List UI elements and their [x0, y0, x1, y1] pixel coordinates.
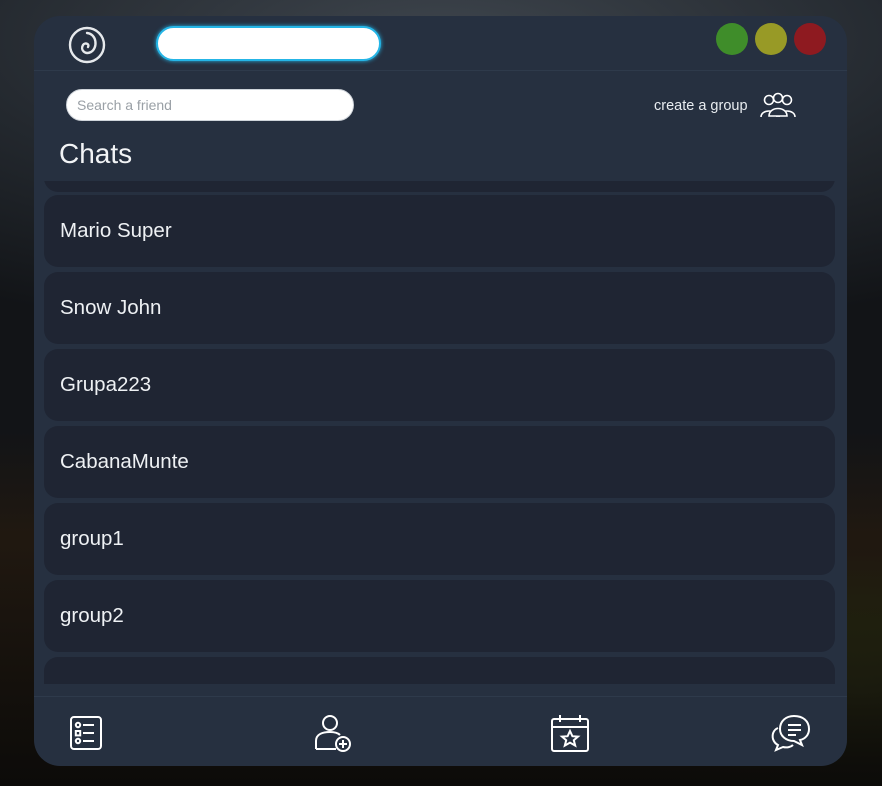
- title-bar: [34, 16, 847, 71]
- minimize-button[interactable]: [716, 23, 748, 55]
- chat-item-label: Mario Super: [60, 219, 172, 242]
- create-group-button[interactable]: create a group: [654, 92, 798, 120]
- group-icon: [759, 92, 796, 118]
- chat-item-label: group2: [60, 604, 124, 627]
- chat-item-label: Grupa223: [60, 373, 152, 396]
- chat-list: Mario Super Snow John Grupa223 CabanaMun…: [34, 181, 847, 684]
- chat-item[interactable]: [44, 657, 835, 684]
- maximize-button[interactable]: [755, 23, 787, 55]
- close-button[interactable]: [794, 23, 826, 55]
- chat-item[interactable]: group2: [44, 580, 835, 652]
- task-list-icon[interactable]: [64, 711, 108, 755]
- app-window: create a group Chats Mario Super Snow Jo…: [34, 16, 847, 766]
- chat-item-label: CabanaMunte: [60, 450, 189, 473]
- chat-item[interactable]: Mario Super: [44, 195, 835, 267]
- chat-bubbles-icon[interactable]: [769, 711, 813, 755]
- chat-item[interactable]: group1: [44, 503, 835, 575]
- chat-item[interactable]: CabanaMunte: [44, 426, 835, 498]
- chats-heading: Chats: [59, 138, 133, 169]
- add-friend-icon[interactable]: [311, 711, 355, 755]
- spiral-logo-icon: [68, 26, 106, 64]
- calendar-star-icon[interactable]: [548, 711, 592, 755]
- bottom-nav: [34, 696, 847, 766]
- chat-item-label: group1: [60, 527, 124, 550]
- chat-item-label: Snow John: [60, 296, 162, 319]
- chat-item[interactable]: Grupa223: [44, 349, 835, 421]
- chat-item[interactable]: Snow John: [44, 272, 835, 344]
- create-group-label: create a group: [654, 98, 748, 114]
- title-field[interactable]: [156, 26, 381, 61]
- chat-item[interactable]: [44, 181, 835, 192]
- search-friend-input[interactable]: [66, 89, 354, 121]
